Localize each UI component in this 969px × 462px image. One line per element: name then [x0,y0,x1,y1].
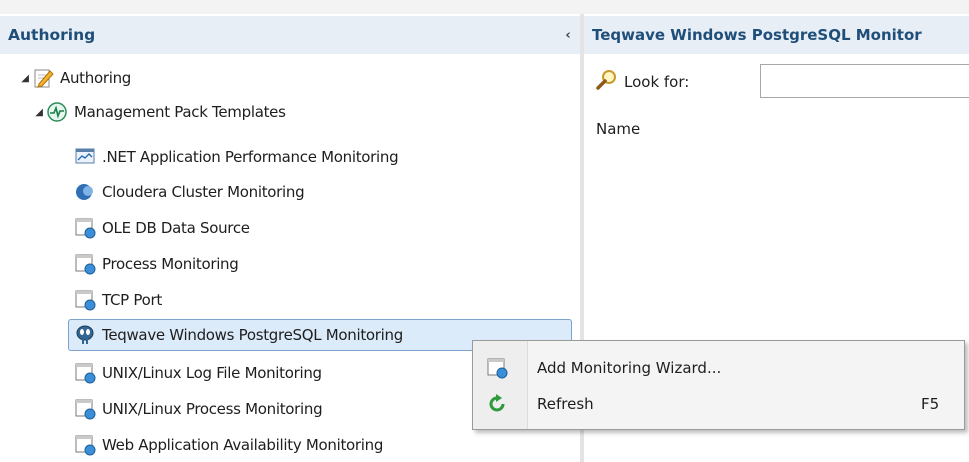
expanded-triangle-icon[interactable]: ◢ [32,107,46,118]
tree-node-label: Management Pack Templates [74,103,286,121]
wizard-icon [485,356,509,380]
tree-node-label: OLE DB Data Source [102,219,250,237]
tree-node-label: UNIX/Linux Process Monitoring [102,400,323,418]
tree-node-ole-db[interactable]: OLE DB Data Source [74,214,250,242]
tree-node-net-apm[interactable]: .NET Application Performance Monitoring [74,143,399,171]
tree-node-label: Process Monitoring [102,255,239,273]
tree-node-label: Authoring [60,69,131,87]
template-window-icon [74,362,96,384]
menu-item-add-monitoring-wizard[interactable]: Add Monitoring Wizard... [473,351,964,385]
look-for-bar: Look for: [596,66,689,98]
menu-item-shortcut: F5 [921,395,940,413]
tree-node-authoring[interactable]: ◢ Authoring [18,64,131,92]
menu-item-refresh[interactable]: Refresh F5 [473,387,964,421]
menu-item-label: Add Monitoring Wizard... [537,359,722,377]
template-window-icon [74,434,96,456]
window-top-strip [0,0,969,14]
tree-node-tcp-port[interactable]: TCP Port [74,286,162,314]
results-pane-title: Teqwave Windows PostgreSQL Monitor [592,26,922,44]
template-window-icon [74,289,96,311]
look-for-label: Look for: [624,73,690,91]
authoring-icon [32,67,54,89]
tree-node-management-pack-templates[interactable]: ◢ Management Pack Templates [32,98,286,126]
postgresql-icon [74,324,96,346]
tree-node-label: Cloudera Cluster Monitoring [102,183,305,201]
tree-node-web-app-availability[interactable]: Web Application Availability Monitoring [74,431,383,459]
navigation-pane-title: Authoring [8,26,96,44]
expanded-triangle-icon[interactable]: ◢ [18,73,32,84]
template-window-icon [74,217,96,239]
tree-node-label: .NET Application Performance Monitoring [102,148,399,166]
tree-node-cloudera[interactable]: Cloudera Cluster Monitoring [74,178,305,206]
tree-node-label: UNIX/Linux Log File Monitoring [102,364,322,382]
tree-node-label: TCP Port [102,291,162,309]
template-window-icon [74,398,96,420]
search-icon [596,69,618,95]
navigation-pane-header: Authoring ‹ [0,16,580,54]
tree-node-unix-log-file[interactable]: UNIX/Linux Log File Monitoring [74,359,322,387]
tree-node-unix-process[interactable]: UNIX/Linux Process Monitoring [74,395,323,423]
tree-node-label: Web Application Availability Monitoring [102,436,384,454]
apm-icon [74,146,96,168]
tree-node-label: Teqwave Windows PostgreSQL Monitoring [102,326,403,344]
refresh-icon [485,392,509,416]
template-window-icon [74,253,96,275]
results-pane-header: Teqwave Windows PostgreSQL Monitor [584,16,969,54]
tree-node-process-monitoring[interactable]: Process Monitoring [74,250,239,278]
context-menu: Add Monitoring Wizard... Refresh F5 [472,340,965,430]
template-icon [46,101,68,123]
column-header-name[interactable]: Name [596,120,640,138]
menu-item-label: Refresh [537,395,594,413]
collapse-pane-button[interactable]: ‹ [556,28,580,43]
look-for-input[interactable] [760,64,969,98]
cloudera-icon [74,181,96,203]
